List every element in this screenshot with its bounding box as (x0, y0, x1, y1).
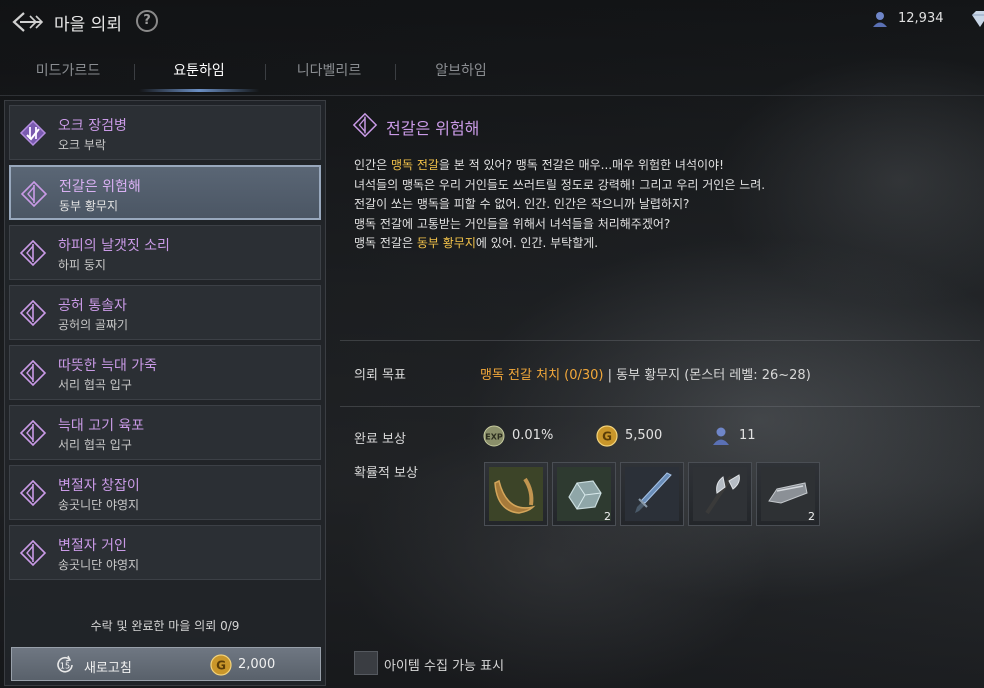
quest-description: 인간은 맹독 전갈을 본 적 있어? 맹독 전갈은 매우...매우 위험한 녀석… (354, 156, 974, 254)
window-header: 마을 의뢰 ? 12,934 (0, 0, 984, 44)
checkbox-label: 아이템 수집 가능 표시 (384, 659, 505, 674)
region-tabs: 미드가르드 요툰하임 니다벨리르 알브하임 (0, 54, 984, 96)
reward-item-scrap[interactable]: 2 (756, 462, 820, 526)
reward-item-axe[interactable] (688, 462, 752, 526)
quest-item-traitor-giant[interactable]: 변절자 거인 송곳니단 야영지 (9, 525, 321, 580)
item-count: 2 (808, 510, 815, 523)
gold-icon: G (210, 654, 232, 676)
exp-reward-value: 0.01% (512, 428, 554, 443)
quest-icon (19, 539, 47, 567)
gold-icon: G (596, 425, 618, 447)
quest-item-void-commander[interactable]: 공허 통솔자 공허의 골짜기 (9, 285, 321, 340)
accepted-count-text: 수락 및 완료한 마을 의뢰 0/9 (90, 619, 240, 633)
quest-title: 늑대 고기 육포 (58, 418, 145, 434)
refresh-cost: 2,000 (238, 657, 276, 672)
quest-title: 변절자 거인 (58, 538, 127, 554)
description-line: 전갈이 쏘는 맹독을 피할 수 없어. 인간. 인간은 작으니까 날렵하지? (354, 197, 690, 211)
reputation-icon (873, 12, 887, 27)
refresh-label: 새로고침 (84, 661, 132, 676)
objective-text: 맹독 전갈 처치 (0/30) | 동부 황무지 (몬스터 레벨: 26~28) (480, 364, 811, 383)
quest-title: 오크 장검병 (58, 118, 127, 134)
svg-text:EXP: EXP (485, 433, 503, 442)
collectible-items-checkbox[interactable] (354, 651, 378, 675)
dagger-icon (625, 467, 679, 521)
description-line: 인간은 맹독 전갈을 본 적 있어? 맹독 전갈은 매우...매우 위험한 녀석… (354, 158, 724, 172)
tab-jotunheim[interactable]: 요툰하임 (133, 54, 265, 92)
help-icon[interactable]: ? (136, 10, 158, 32)
quest-item-scorpion[interactable]: 전갈은 위험해 동부 황무지 (9, 165, 321, 220)
page-title: 마을 의뢰 (54, 15, 122, 35)
quest-title: 하피의 날갯짓 소리 (58, 238, 170, 254)
completed-quest-icon (19, 119, 47, 147)
objective-label: 의뢰 목표 (354, 368, 406, 383)
quest-item-wolf-pelt[interactable]: 따뜻한 늑대 가죽 서리 협곡 입구 (9, 345, 321, 400)
description-highlight: 동부 황무지 (416, 236, 476, 250)
objective-location: | 동부 황무지 (몬스터 레벨: 26~28) (603, 368, 811, 383)
quest-location: 공허의 골짜기 (58, 318, 129, 332)
quest-icon (20, 180, 48, 208)
description-line: 맹독 전갈은 동부 황무지에 있어. 인간. 부탁할게. (354, 236, 599, 250)
quest-list-panel: 오크 장검병 오크 부락 전갈은 위험해 동부 황무지 하피의 날갯짓 소리 하… (4, 100, 326, 686)
gold-reward-value: 5,500 (625, 428, 663, 443)
scrap-icon (761, 467, 815, 521)
item-count: 2 (604, 510, 611, 523)
quest-location: 서리 협곡 입구 (58, 438, 132, 452)
section-divider (340, 340, 980, 341)
refresh-count: 15 (60, 662, 70, 671)
svg-text:G: G (602, 430, 612, 444)
description-line: 녀석들의 맹독은 우리 거인들도 쓰러트릴 정도로 강력해! 그리고 우리 거인… (354, 177, 766, 192)
chance-reward-label: 확률적 보상 (354, 466, 418, 481)
tab-nidavellir[interactable]: 니다벨리르 (263, 54, 395, 92)
quest-location: 송곳니단 야영지 (58, 558, 140, 572)
refresh-icon: 15 (57, 655, 73, 673)
quest-icon (19, 239, 47, 267)
refresh-button[interactable]: 15 새로고침 G 2,000 (11, 647, 321, 681)
quest-item-wolf-jerky[interactable]: 늑대 고기 육포 서리 협곡 입구 (9, 405, 321, 460)
quest-location: 동부 황무지 (59, 199, 119, 213)
quest-title: 변절자 창잡이 (58, 478, 140, 494)
quest-title: 따뜻한 늑대 가죽 (58, 358, 158, 374)
reward-item-horn[interactable] (484, 462, 548, 526)
quest-item-traitor-spearman[interactable]: 변절자 창잡이 송곳니단 야영지 (9, 465, 321, 520)
objective-main: 맹독 전갈 처치 (0/30) (480, 368, 604, 383)
reward-item-dagger[interactable] (620, 462, 684, 526)
svg-text:G: G (216, 659, 226, 673)
axe-icon (693, 467, 747, 521)
ore-icon (557, 467, 611, 521)
section-divider (340, 406, 980, 407)
exp-icon: EXP (483, 425, 505, 447)
quest-detail-panel: 전갈은 위험해 인간은 맹독 전갈을 본 적 있어? 맹독 전갈은 매우...매… (340, 100, 980, 686)
reputation-reward-value: 11 (739, 428, 756, 443)
quest-item-harpy[interactable]: 하피의 날갯짓 소리 하피 둥지 (9, 225, 321, 280)
description-line: 맹독 전갈에 고통받는 거인들을 위해서 녀석들을 처리해주겠어? (354, 216, 671, 231)
quest-icon (19, 479, 47, 507)
reward-item-ore[interactable]: 2 (552, 462, 616, 526)
tab-midgard[interactable]: 미드가르드 (2, 54, 134, 92)
quest-location: 오크 부락 (58, 138, 106, 152)
tab-alfheim[interactable]: 알브하임 (395, 54, 527, 92)
quest-title: 공허 통솔자 (58, 298, 127, 314)
quest-list: 오크 장검병 오크 부락 전갈은 위험해 동부 황무지 하피의 날갯짓 소리 하… (9, 105, 321, 585)
quest-location: 하피 둥지 (58, 258, 106, 272)
quest-item-orc-swordsman[interactable]: 오크 장검병 오크 부락 (9, 105, 321, 160)
horn-icon (489, 467, 543, 521)
quest-icon (19, 359, 47, 387)
quest-location: 송곳니단 야영지 (58, 498, 140, 512)
tabs-underline (0, 95, 984, 96)
quest-icon (352, 112, 378, 138)
reputation-icon (713, 427, 729, 445)
description-highlight: 맹독 전갈 (390, 158, 439, 172)
quest-icon (19, 299, 47, 327)
quest-detail-title: 전갈은 위험해 (386, 119, 480, 138)
quest-icon (19, 419, 47, 447)
quest-location: 서리 협곡 입구 (58, 378, 132, 392)
quest-title: 전갈은 위험해 (59, 179, 141, 195)
reward-label: 완료 보상 (354, 432, 406, 447)
reputation-value: 12,934 (898, 11, 944, 26)
back-arrow-icon[interactable] (10, 9, 44, 35)
gem-icon[interactable] (968, 9, 984, 29)
